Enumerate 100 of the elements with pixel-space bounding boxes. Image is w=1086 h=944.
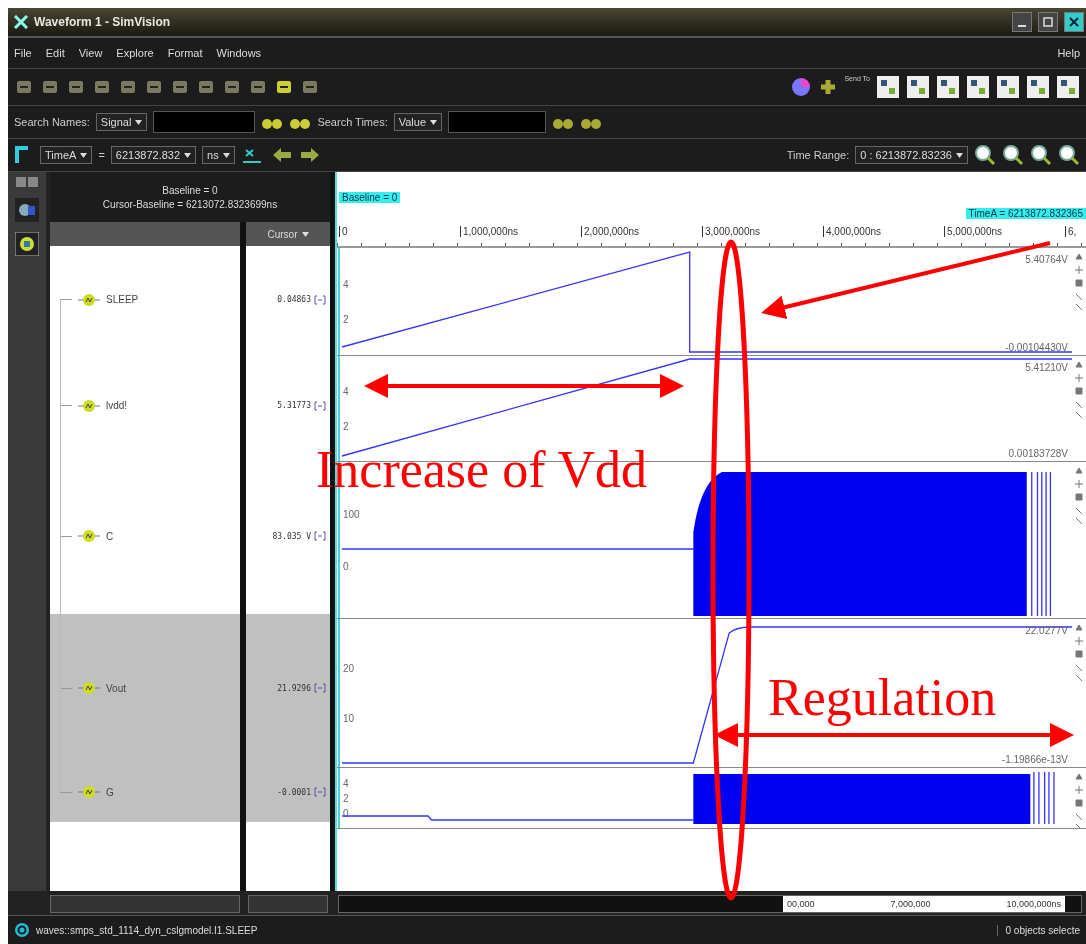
unit-dropdown[interactable]: ns <box>202 146 235 164</box>
ruler-label: 6, <box>1065 226 1077 237</box>
ruler-label: 2,000,000ns <box>581 226 640 237</box>
menu-item[interactable]: Windows <box>216 47 262 59</box>
row-tools-icon[interactable] <box>1074 466 1084 526</box>
analog-signal-icon <box>78 398 100 413</box>
signal-name: C <box>106 530 114 542</box>
caret-icon <box>135 119 143 125</box>
signal-dropdown[interactable]: Signal <box>95 113 148 131</box>
time-dropdown[interactable]: 6213872.832 <box>110 146 197 164</box>
expand-bracket-icon[interactable] <box>314 787 326 797</box>
overview-label: 10,000,000ns <box>1006 899 1061 909</box>
ruler-label: 4,000,000ns <box>823 226 882 237</box>
menu-item[interactable]: Explore <box>116 47 154 59</box>
zoom-in-icon[interactable] <box>974 144 996 166</box>
close-icon <box>1068 16 1080 28</box>
cursor-baseline-text: Cursor-Baseline = 6213072.8323699ns <box>102 198 278 210</box>
menu-item[interactable]: Edit <box>45 47 65 59</box>
signal-name: Vout <box>106 682 127 694</box>
maximize-button[interactable] <box>1038 12 1058 32</box>
minimize-icon <box>1018 25 1026 27</box>
ruler-label: 0 <box>339 226 348 237</box>
menu-item[interactable]: Format <box>167 47 203 59</box>
search-tool-icon[interactable] <box>15 198 39 222</box>
search-field[interactable] <box>153 111 256 133</box>
y-tick-label: 0 <box>343 808 349 819</box>
y-tick-label: 2 <box>343 421 349 432</box>
baseline-marker-label: Baseline = 0 <box>339 192 401 203</box>
caret-icon <box>80 152 88 158</box>
ruler-label: 1,000,000ns <box>460 226 519 237</box>
caret-icon <box>184 152 192 158</box>
cursor-marker-label: TimeA = 6213872.832365 <box>965 208 1086 219</box>
y-tick-label: 10 <box>343 713 355 724</box>
value-dropdown[interactable]: Value <box>393 113 443 131</box>
signal-value: -0.0001 <box>277 787 311 797</box>
y-tick-label: 0 <box>343 561 349 572</box>
y-tick-label: 2 <box>343 314 349 325</box>
y-tick-label: 2 <box>343 793 349 804</box>
max-value-label: 5.40764V <box>1025 254 1068 265</box>
maximize-icon <box>1042 16 1054 28</box>
signal-value: 21.9296 <box>277 683 311 693</box>
y-tick-label: 4 <box>343 778 349 789</box>
cursor-column-header[interactable]: Cursor <box>240 222 330 246</box>
signal-row[interactable]: Vout <box>50 614 240 762</box>
annotation-text: Regulation <box>768 672 997 724</box>
analog-signal-icon <box>78 292 100 307</box>
time-range-dropdown[interactable]: 0 : 6213872.83236 <box>855 146 968 164</box>
signal-value: 5.31773 <box>277 401 311 410</box>
signal-name: lvdd! <box>106 400 128 411</box>
row-tools-icon[interactable] <box>1074 772 1084 832</box>
min-value-label: -1.19866e-13V <box>1001 754 1068 765</box>
overview-scrollbar[interactable]: 00,000 7,000,000 10,000,000ns <box>338 895 1082 913</box>
status-path: waves::smps_std_1114_dyn_cslgmodel.I1.SLEEP <box>36 924 258 936</box>
min-value-label: 0.00183728V <box>1008 448 1068 459</box>
caret-icon <box>222 152 230 158</box>
row-tools-icon[interactable] <box>1074 252 1084 312</box>
horizontal-scrollbar[interactable] <box>248 895 328 913</box>
analog-signal-icon <box>78 529 100 543</box>
min-value-label: -0.00104430V <box>1005 342 1068 353</box>
expand-bracket-icon[interactable] <box>314 531 326 541</box>
signal-value: 83.035 V <box>272 531 311 541</box>
cursor-dropdown[interactable]: TimeA <box>40 146 93 164</box>
signal-name: SLEEP <box>106 294 139 305</box>
search-names-label: Search Names: <box>14 116 90 128</box>
analog-signal-icon <box>78 681 100 695</box>
x-logo-icon <box>14 15 28 29</box>
zoom-fit-icon[interactable] <box>1030 144 1052 166</box>
waveform-trace <box>1033 771 1055 825</box>
menu-item[interactable]: View <box>78 47 103 59</box>
signal-tool-icon[interactable] <box>15 232 39 256</box>
selection-count: 0 objects selecte <box>996 924 1080 936</box>
minimize-button[interactable] <box>1012 12 1032 32</box>
y-tick-label: 20 <box>343 663 355 674</box>
signal-row[interactable]: G <box>50 762 240 822</box>
expand-bracket-icon[interactable] <box>314 683 326 693</box>
menu-item[interactable]: File <box>14 47 32 59</box>
signal-name: G <box>106 786 114 798</box>
overview-label: 7,000,000 <box>890 899 931 909</box>
row-tools-icon[interactable] <box>1074 623 1084 683</box>
right-arrow-icon[interactable] <box>298 146 321 164</box>
caret-icon <box>956 152 963 158</box>
y-tick-label: 4 <box>343 279 349 290</box>
caret-icon <box>301 231 309 237</box>
zoom-full-icon[interactable] <box>1058 144 1080 166</box>
zoom-out-icon[interactable] <box>1002 144 1024 166</box>
time-range-label: Time Range: <box>786 149 850 161</box>
expand-bracket-icon[interactable] <box>314 400 326 411</box>
horizontal-scrollbar[interactable] <box>50 895 240 913</box>
close-button[interactable] <box>1064 12 1084 32</box>
baseline-text: Baseline = 0 <box>162 184 218 196</box>
search-field[interactable] <box>448 111 547 133</box>
status-icon <box>14 922 30 938</box>
expand-bracket-icon[interactable] <box>314 294 326 305</box>
caret-icon <box>430 119 438 125</box>
window-title: Waveform 1 - SimVision <box>34 15 171 29</box>
globe-icon[interactable] <box>790 76 813 98</box>
menu-item[interactable]: Help <box>1057 47 1080 59</box>
max-value-label: 5.41210V <box>1025 362 1068 373</box>
pane-buttons-icon[interactable] <box>15 176 39 188</box>
row-tools-icon[interactable] <box>1074 360 1084 420</box>
